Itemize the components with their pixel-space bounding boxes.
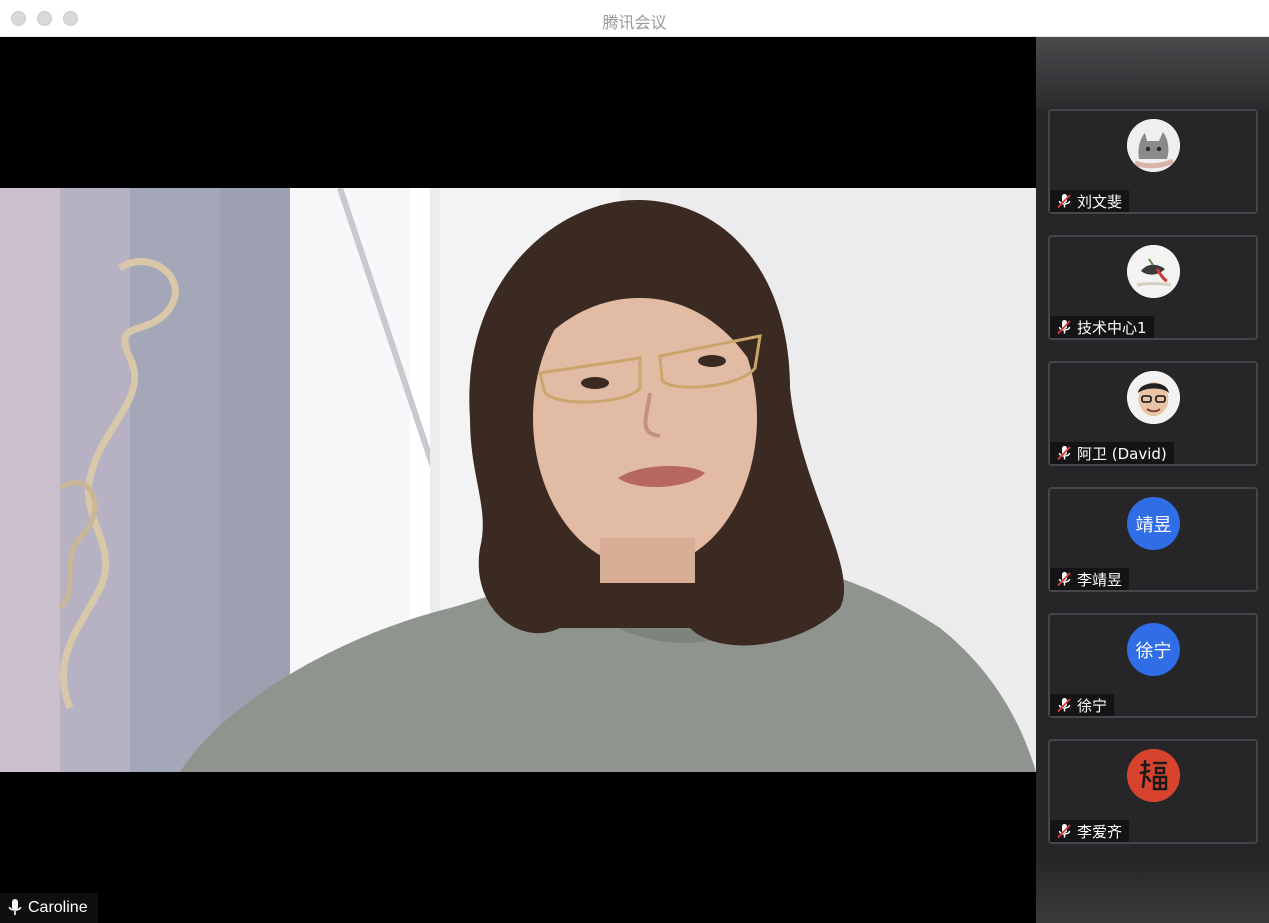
avatar [1127, 119, 1180, 172]
active-speaker-label: Caroline [0, 893, 98, 923]
participant-name-tag: 技术中心1 [1050, 316, 1154, 338]
participant-name: 李靖昱 [1077, 570, 1123, 589]
muted-microphone-icon [1057, 572, 1071, 587]
participant-tile[interactable]: 阿卫 (David) [1048, 361, 1258, 466]
speaker-video[interactable] [0, 188, 1036, 772]
active-speaker-name: Caroline [28, 899, 88, 916]
muted-microphone-icon [1057, 824, 1071, 839]
participant-tile[interactable]: 刘文斐 [1048, 109, 1258, 214]
participant-name-tag: 徐宁 [1050, 694, 1115, 716]
avatar [1127, 749, 1180, 802]
muted-microphone-icon [1057, 446, 1071, 461]
microphone-icon [8, 899, 22, 915]
participant-name: 李爱齐 [1077, 822, 1123, 841]
speaker-video-image [0, 188, 1036, 772]
muted-microphone-icon [1057, 194, 1071, 209]
participant-name-tag: 阿卫 (David) [1050, 442, 1174, 464]
participant-name: 刘文斐 [1077, 192, 1123, 211]
participant-name-tag: 李靖昱 [1050, 568, 1130, 590]
main-video-stage[interactable]: Caroline [0, 37, 1036, 923]
fu-calligraphy-avatar-icon [1127, 749, 1180, 802]
window-title: 腾讯会议 [602, 13, 667, 32]
participant-tile[interactable]: 靖昱 李靖昱 [1048, 487, 1258, 592]
participant-sidebar[interactable]: 刘文斐 技术中心1 阿卫 (David) 靖昱 李靖昱 徐宁 徐宁 李爱齐 [1036, 37, 1269, 923]
cartoon-face-avatar-icon [1127, 371, 1180, 424]
participant-tile[interactable]: 徐宁 徐宁 [1048, 613, 1258, 718]
muted-microphone-icon [1057, 320, 1071, 335]
participant-name-tag: 李爱齐 [1050, 820, 1130, 842]
participant-name: 徐宁 [1077, 696, 1108, 715]
muted-microphone-icon [1057, 698, 1071, 713]
initials-avatar: 靖昱 [1127, 497, 1180, 550]
participant-name: 技术中心1 [1077, 318, 1147, 337]
cat-avatar-icon [1127, 119, 1180, 172]
bird-avatar-icon [1127, 245, 1180, 298]
title-bar: 腾讯会议 [0, 0, 1269, 37]
participant-tile[interactable]: 李爱齐 [1048, 739, 1258, 844]
initials-avatar: 徐宁 [1127, 623, 1180, 676]
avatar [1127, 371, 1180, 424]
participant-tile[interactable]: 技术中心1 [1048, 235, 1258, 340]
participant-name: 阿卫 (David) [1077, 444, 1167, 463]
participant-name-tag: 刘文斐 [1050, 190, 1130, 212]
avatar [1127, 245, 1180, 298]
